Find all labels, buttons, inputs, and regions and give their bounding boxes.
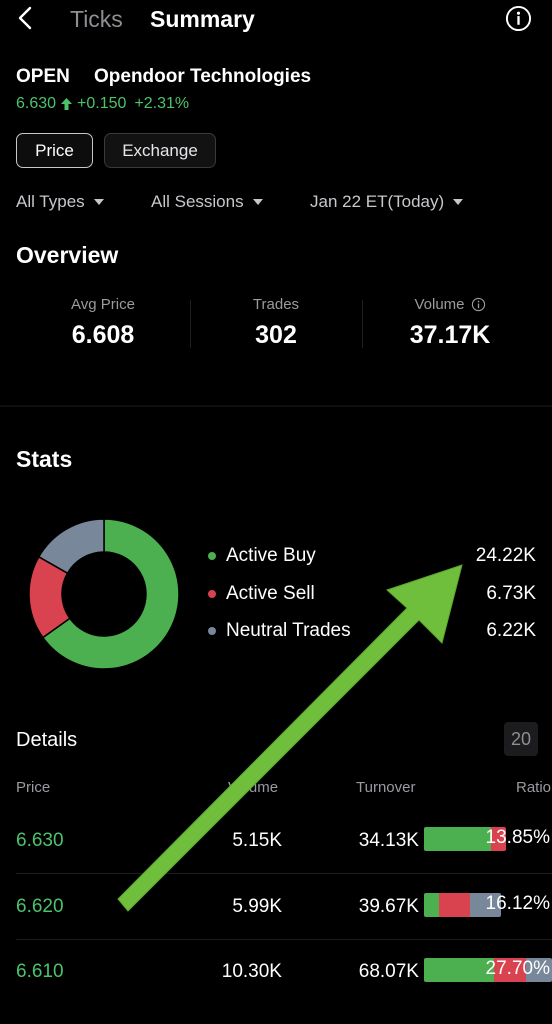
volume-stat: Volume 37.17K (370, 296, 530, 350)
divider (362, 300, 363, 348)
row-turnover: 39.67K (358, 896, 419, 917)
legend-active-buy: Active Buy (208, 545, 316, 567)
header-price[interactable]: Price (16, 779, 50, 796)
trades-value: 302 (255, 321, 297, 349)
active-buy-value: 24.22K (475, 545, 536, 566)
active-buy-dot (208, 552, 216, 560)
active-sell-dot (208, 590, 216, 598)
ratio-bar-buy (424, 958, 494, 982)
ratio-bar-buy (424, 893, 439, 917)
divider (190, 300, 191, 348)
row-turnover: 68.07K (358, 961, 419, 982)
row-price: 6.620 (16, 896, 64, 917)
row-ratio: 27.70% (424, 958, 552, 982)
active-sell-value: 6.73K (486, 583, 536, 604)
ratio-bar-sell (439, 893, 470, 917)
top-bar: Ticks Summary (0, 0, 552, 40)
trades-stat: Trades 302 (196, 296, 356, 350)
row-ratio-text: 27.70% (485, 958, 550, 979)
date-filter[interactable]: Jan 22 ET(Today) (310, 192, 464, 212)
sessions-filter[interactable]: All Sessions (151, 192, 263, 212)
types-filter[interactable]: All Types (16, 192, 104, 212)
stats-donut-chart (28, 518, 180, 670)
tab-ticks[interactable]: Ticks (70, 6, 123, 33)
row-turnover: 34.13K (358, 830, 419, 851)
row-price: 6.630 (16, 830, 64, 851)
row-ratio: 13.85% (424, 827, 552, 851)
types-filter-label: All Types (16, 192, 85, 211)
row-volume: 10.30K (221, 961, 282, 982)
trades-label: Trades (252, 296, 300, 313)
tab-summary[interactable]: Summary (150, 6, 255, 33)
active-sell-label: Active Sell (226, 583, 315, 604)
table-row[interactable]: 6.610 10.30K 68.07K 27.70% (0, 958, 552, 1024)
page-size-button[interactable]: 20 (504, 722, 538, 756)
price-change-pct: +2.31% (134, 95, 190, 112)
section-separator (0, 405, 552, 407)
header-ratio[interactable]: Ratio (516, 779, 551, 796)
row-divider (16, 939, 552, 940)
table-row[interactable]: 6.630 5.15K 34.13K 13.85% (0, 827, 552, 895)
header-volume[interactable]: Volume (228, 779, 278, 796)
avg-price-value: 6.608 (71, 321, 135, 349)
row-ratio-text: 16.12% (485, 893, 550, 914)
price-change: +0.150 (77, 95, 127, 112)
caret-down-icon (453, 199, 464, 205)
table-row[interactable]: 6.620 5.99K 39.67K 16.12% (0, 893, 552, 961)
date-filter-label: Jan 22 ET(Today) (310, 192, 445, 211)
stats-title: Stats (16, 446, 73, 472)
up-arrow-icon (61, 98, 73, 110)
legend-active-sell: Active Sell (208, 583, 315, 605)
volume-info-icon[interactable] (471, 297, 486, 312)
volume-value: 37.17K (409, 321, 491, 349)
caret-down-icon (93, 199, 104, 205)
company-name: Opendoor Technologies (94, 66, 312, 87)
row-divider (16, 873, 552, 874)
volume-label: Volume (414, 296, 465, 313)
avg-price-label: Avg Price (71, 296, 135, 313)
quote-line: 6.630 +0.150 +2.31% (16, 95, 189, 113)
avg-price-stat: Avg Price 6.608 (23, 296, 183, 350)
back-arrow-icon[interactable] (12, 4, 40, 32)
exchange-toggle[interactable]: Exchange (104, 133, 216, 168)
details-title: Details (16, 729, 78, 751)
price-toggle[interactable]: Price (16, 133, 93, 168)
volume-label-wrap: Volume (370, 296, 530, 313)
ratio-bar-buy (424, 827, 491, 851)
caret-down-icon (252, 199, 263, 205)
active-buy-label: Active Buy (226, 545, 316, 566)
header-turnover[interactable]: Turnover (356, 779, 415, 796)
neutral-trades-value: 6.22K (486, 620, 536, 641)
row-ratio: 16.12% (424, 893, 552, 917)
stock-symbol: OPEN (16, 66, 70, 87)
row-ratio-text: 13.85% (485, 827, 550, 848)
row-price: 6.610 (16, 961, 64, 982)
sessions-filter-label: All Sessions (151, 192, 244, 211)
neutral-trades-dot (208, 627, 216, 635)
last-price: 6.630 (16, 95, 57, 112)
row-volume: 5.99K (232, 896, 282, 917)
overview-title: Overview (16, 242, 119, 268)
legend-neutral-trades: Neutral Trades (208, 620, 351, 642)
info-icon[interactable] (505, 5, 532, 32)
neutral-trades-label: Neutral Trades (226, 620, 351, 641)
row-volume: 5.15K (232, 830, 282, 851)
